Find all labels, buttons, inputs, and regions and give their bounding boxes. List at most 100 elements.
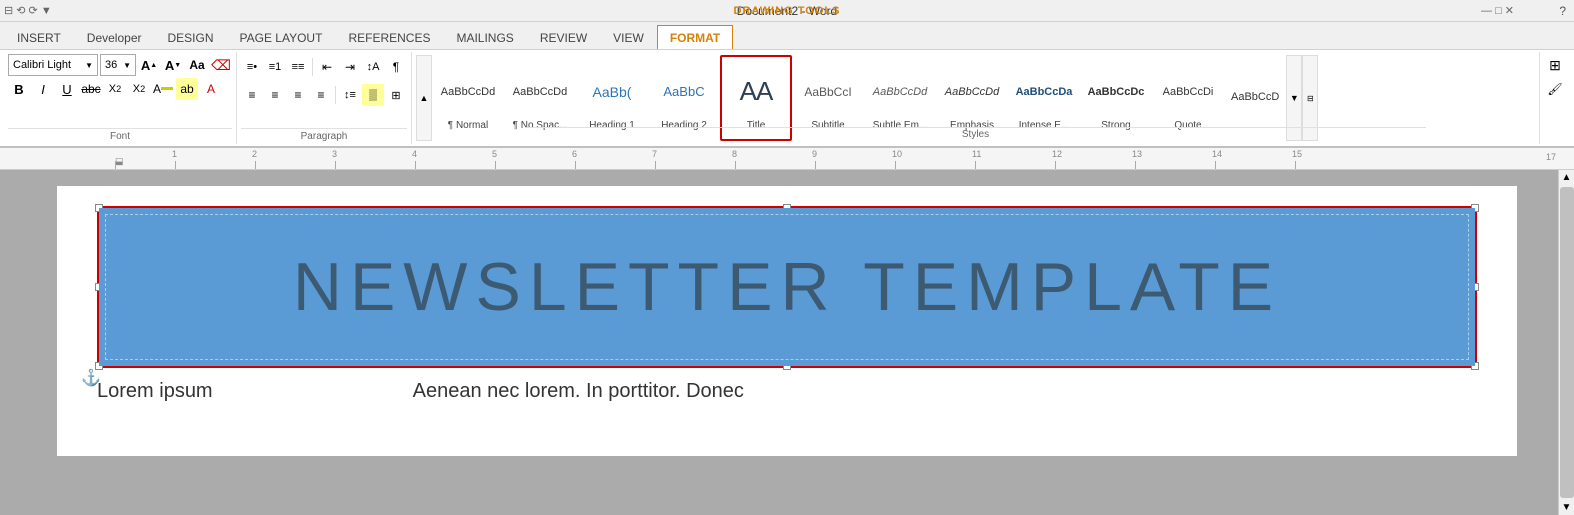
multilevel-button[interactable]: ≡≡ <box>287 56 309 78</box>
tab-view[interactable]: VIEW <box>600 25 657 49</box>
increase-font-button[interactable]: A▲ <box>138 54 160 76</box>
format-painter-button[interactable]: 🖌 <box>1544 78 1566 100</box>
ruler-canvas: ⬓ 1 2 3 4 <box>0 148 1574 169</box>
ruler-tick-0 <box>115 149 175 169</box>
quick-access: ⊟ ⟲ ⟳ ▼ <box>4 4 52 17</box>
change-case-button[interactable]: Aa <box>186 54 208 76</box>
bold-button[interactable]: B <box>8 78 30 100</box>
style-emphasis-text: AaBbCcDd <box>945 86 999 98</box>
tab-page-layout[interactable]: PAGE LAYOUT <box>227 25 336 49</box>
ruler-tick-13: 13 <box>1135 149 1215 169</box>
font-name-value: Calibri Light <box>13 59 71 71</box>
ribbon-tabs: INSERT Developer DESIGN PAGE LAYOUT REFE… <box>0 22 1574 50</box>
strikethrough-button[interactable]: abc <box>80 78 102 100</box>
styles-section: ▲ AaBbCcDd ¶ Normal AaBbCcDd ¶ No Spac..… <box>412 52 1539 144</box>
underline-button[interactable]: U <box>56 78 78 100</box>
justify-button[interactable]: ≡ <box>310 84 332 106</box>
highlight-color-button[interactable]: ab <box>176 78 198 100</box>
tab-mailings[interactable]: MAILINGS <box>443 25 526 49</box>
align-center-button[interactable]: ≡ <box>264 84 286 106</box>
styles-group-label: Styles <box>525 127 1427 140</box>
ruler-tick-10: 10 <box>895 149 975 169</box>
ruler-tick-15: 15 <box>1295 149 1375 169</box>
font-group: Calibri Light ▼ 36 ▼ A▲ A▼ Aa ⌫ B I U ab… <box>4 52 237 144</box>
ruler-tick-12: 12 <box>1055 149 1135 169</box>
increase-indent-button[interactable]: ⇥ <box>339 56 361 78</box>
style-heading1-preview: AaBb( <box>593 66 632 118</box>
page: NEWSLETTER TEMPLATE ⚓ Lorem ipsum Aenean… <box>57 186 1517 456</box>
tab-developer[interactable]: Developer <box>74 25 155 49</box>
ruler-tick-area: ⬓ 1 2 3 4 <box>115 148 1375 169</box>
drawing-tools-label: DRAWING TOOLS <box>734 5 841 17</box>
italic-button[interactable]: I <box>32 78 54 100</box>
style-nospace-preview: AaBbCcDd <box>513 66 567 118</box>
style-subtitle-text: AaBbCcI <box>804 85 851 99</box>
align-right-button[interactable]: ≡ <box>287 84 309 106</box>
ruler-tick-7: 7 <box>655 149 735 169</box>
tab-review[interactable]: REVIEW <box>527 25 600 49</box>
newsletter-inner: NEWSLETTER TEMPLATE <box>99 208 1475 366</box>
style-subtle-em-text: AaBbCcDd <box>873 86 927 98</box>
ruler-right-end: 17 <box>1546 152 1556 162</box>
scrollbar-vertical[interactable]: ▲ ▼ <box>1558 170 1574 515</box>
scroll-down-arrow[interactable]: ▼ <box>1560 500 1574 515</box>
tab-insert[interactable]: INSERT <box>4 25 74 49</box>
ruler-tick-14: 14 <box>1215 149 1295 169</box>
ribbon-body: Calibri Light ▼ 36 ▼ A▲ A▼ Aa ⌫ B I U ab… <box>0 50 1574 148</box>
font-row2: B I U abc X2 X2 A ab A <box>8 78 222 100</box>
font-size-input[interactable]: 36 ▼ <box>100 54 136 76</box>
clear-formatting-button[interactable]: ⌫ <box>210 54 232 76</box>
ribbon-right: ⊞ 🖌 <box>1539 52 1570 144</box>
separator2 <box>335 86 336 104</box>
text-color-button[interactable]: A <box>200 78 222 100</box>
window-controls[interactable]: — □ ✕ <box>1481 4 1514 17</box>
style-normal-preview: AaBbCcDd <box>441 66 495 118</box>
style-intense-em-text: AaBbCcDa <box>1016 86 1073 98</box>
bullets-button[interactable]: ≡• <box>241 56 263 78</box>
decrease-font-button[interactable]: A▼ <box>162 54 184 76</box>
font-size-dropdown-icon[interactable]: ▼ <box>123 61 131 70</box>
font-name-input[interactable]: Calibri Light ▼ <box>8 54 98 76</box>
ruler: ⬓ 1 2 3 4 <box>0 148 1574 170</box>
expand-ribbon-button[interactable]: ⊞ <box>1544 54 1566 76</box>
styles-group-label-container: Styles <box>412 124 1539 142</box>
ruler-tick-4: 4 <box>415 149 495 169</box>
footer-text: Lorem ipsum Aenean nec lorem. In porttit… <box>97 376 1477 403</box>
ruler-tick-3: 3 <box>335 149 415 169</box>
style-heading2-text: AaBbC <box>663 84 704 99</box>
scroll-thumb[interactable] <box>1560 187 1574 498</box>
sort-button[interactable]: ↕A <box>362 56 384 78</box>
style-subtle-em-preview: AaBbCcDd <box>873 66 927 118</box>
para-row1: ≡• ≡1 ≡≡ ⇤ ⇥ ↕A ¶ <box>241 54 407 80</box>
paragraph-group: ≡• ≡1 ≡≡ ⇤ ⇥ ↕A ¶ ≡ ≡ ≡ ≡ ↕≡ ▒ ⊞ Paragra… <box>237 52 412 144</box>
shading-button[interactable]: ▒ <box>362 84 384 106</box>
title-bar: ⊟ ⟲ ⟳ ▼ Document2 - Word DRAWING TOOLS ?… <box>0 0 1574 22</box>
align-left-button[interactable]: ≡ <box>241 84 263 106</box>
font-group-label: Font <box>8 128 232 142</box>
newsletter-title: NEWSLETTER TEMPLATE <box>293 248 1281 326</box>
subscript-button[interactable]: X2 <box>104 78 126 100</box>
style-strong-text: AaBbCcDc <box>1088 86 1145 98</box>
superscript-button[interactable]: X2 <box>128 78 150 100</box>
tab-references[interactable]: REFERENCES <box>335 25 443 49</box>
style-more-text: AaBbCcD <box>1231 91 1279 103</box>
numbering-button[interactable]: ≡1 <box>264 56 286 78</box>
style-heading1-text: AaBb( <box>593 84 632 100</box>
show-marks-button[interactable]: ¶ <box>385 56 407 78</box>
help-button[interactable]: ? <box>1559 4 1566 18</box>
decrease-indent-button[interactable]: ⇤ <box>316 56 338 78</box>
newsletter-box[interactable]: NEWSLETTER TEMPLATE ⚓ <box>97 206 1477 368</box>
font-size-value: 36 <box>105 59 117 71</box>
line-spacing-button[interactable]: ↕≡ <box>339 84 361 106</box>
font-color-button[interactable]: A <box>152 78 174 100</box>
ruler-tick-9: 9 <box>815 149 895 169</box>
tab-design[interactable]: DESIGN <box>155 25 227 49</box>
style-subtitle-preview: AaBbCcI <box>804 66 851 118</box>
ruler-ticks: 1 2 3 4 5 <box>115 149 1375 169</box>
borders-button[interactable]: ⊞ <box>385 84 407 106</box>
tab-format[interactable]: FORMAT <box>657 25 733 49</box>
ruler-tick-11: 11 <box>975 149 1055 169</box>
scroll-up-arrow[interactable]: ▲ <box>1560 170 1574 185</box>
font-name-dropdown-icon[interactable]: ▼ <box>85 61 93 70</box>
style-nospace-text: AaBbCcDd <box>513 86 567 98</box>
